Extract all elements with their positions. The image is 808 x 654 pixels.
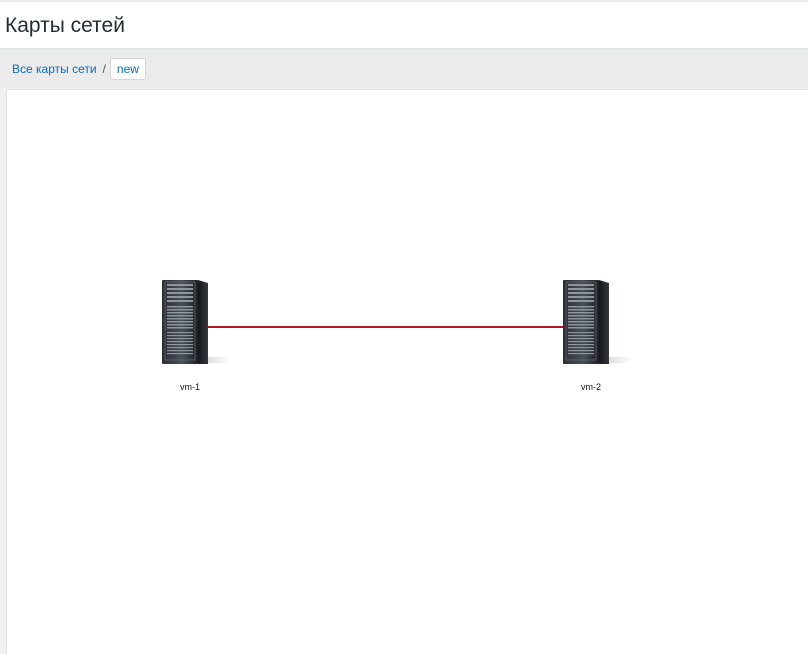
host-label-vm-2: vm-2 — [581, 382, 601, 392]
breadcrumb: Все карты сети / new — [12, 58, 146, 80]
host-label-vm-1: vm-1 — [180, 382, 200, 392]
map-host-vm-1[interactable]: vm-1 — [161, 279, 233, 392]
breadcrumb-separator: / — [102, 62, 106, 76]
server-icon — [161, 279, 233, 365]
breadcrumb-all-maps-link[interactable]: Все карты сети — [12, 62, 97, 76]
breadcrumb-bar: Все карты сети / new — [0, 49, 808, 88]
map-canvas[interactable]: vm-1 vm-2 — [6, 89, 808, 654]
page-title: Карты сетей — [5, 14, 125, 37]
map-host-vm-2[interactable]: vm-2 — [562, 279, 634, 392]
breadcrumb-current-map[interactable]: new — [109, 58, 146, 80]
server-icon — [562, 279, 634, 365]
network-maps-page: Карты сетей Все карты сети / new vm-1 vm… — [0, 0, 808, 654]
page-header: Карты сетей — [0, 2, 808, 49]
map-svg: vm-1 vm-2 — [161, 279, 634, 392]
